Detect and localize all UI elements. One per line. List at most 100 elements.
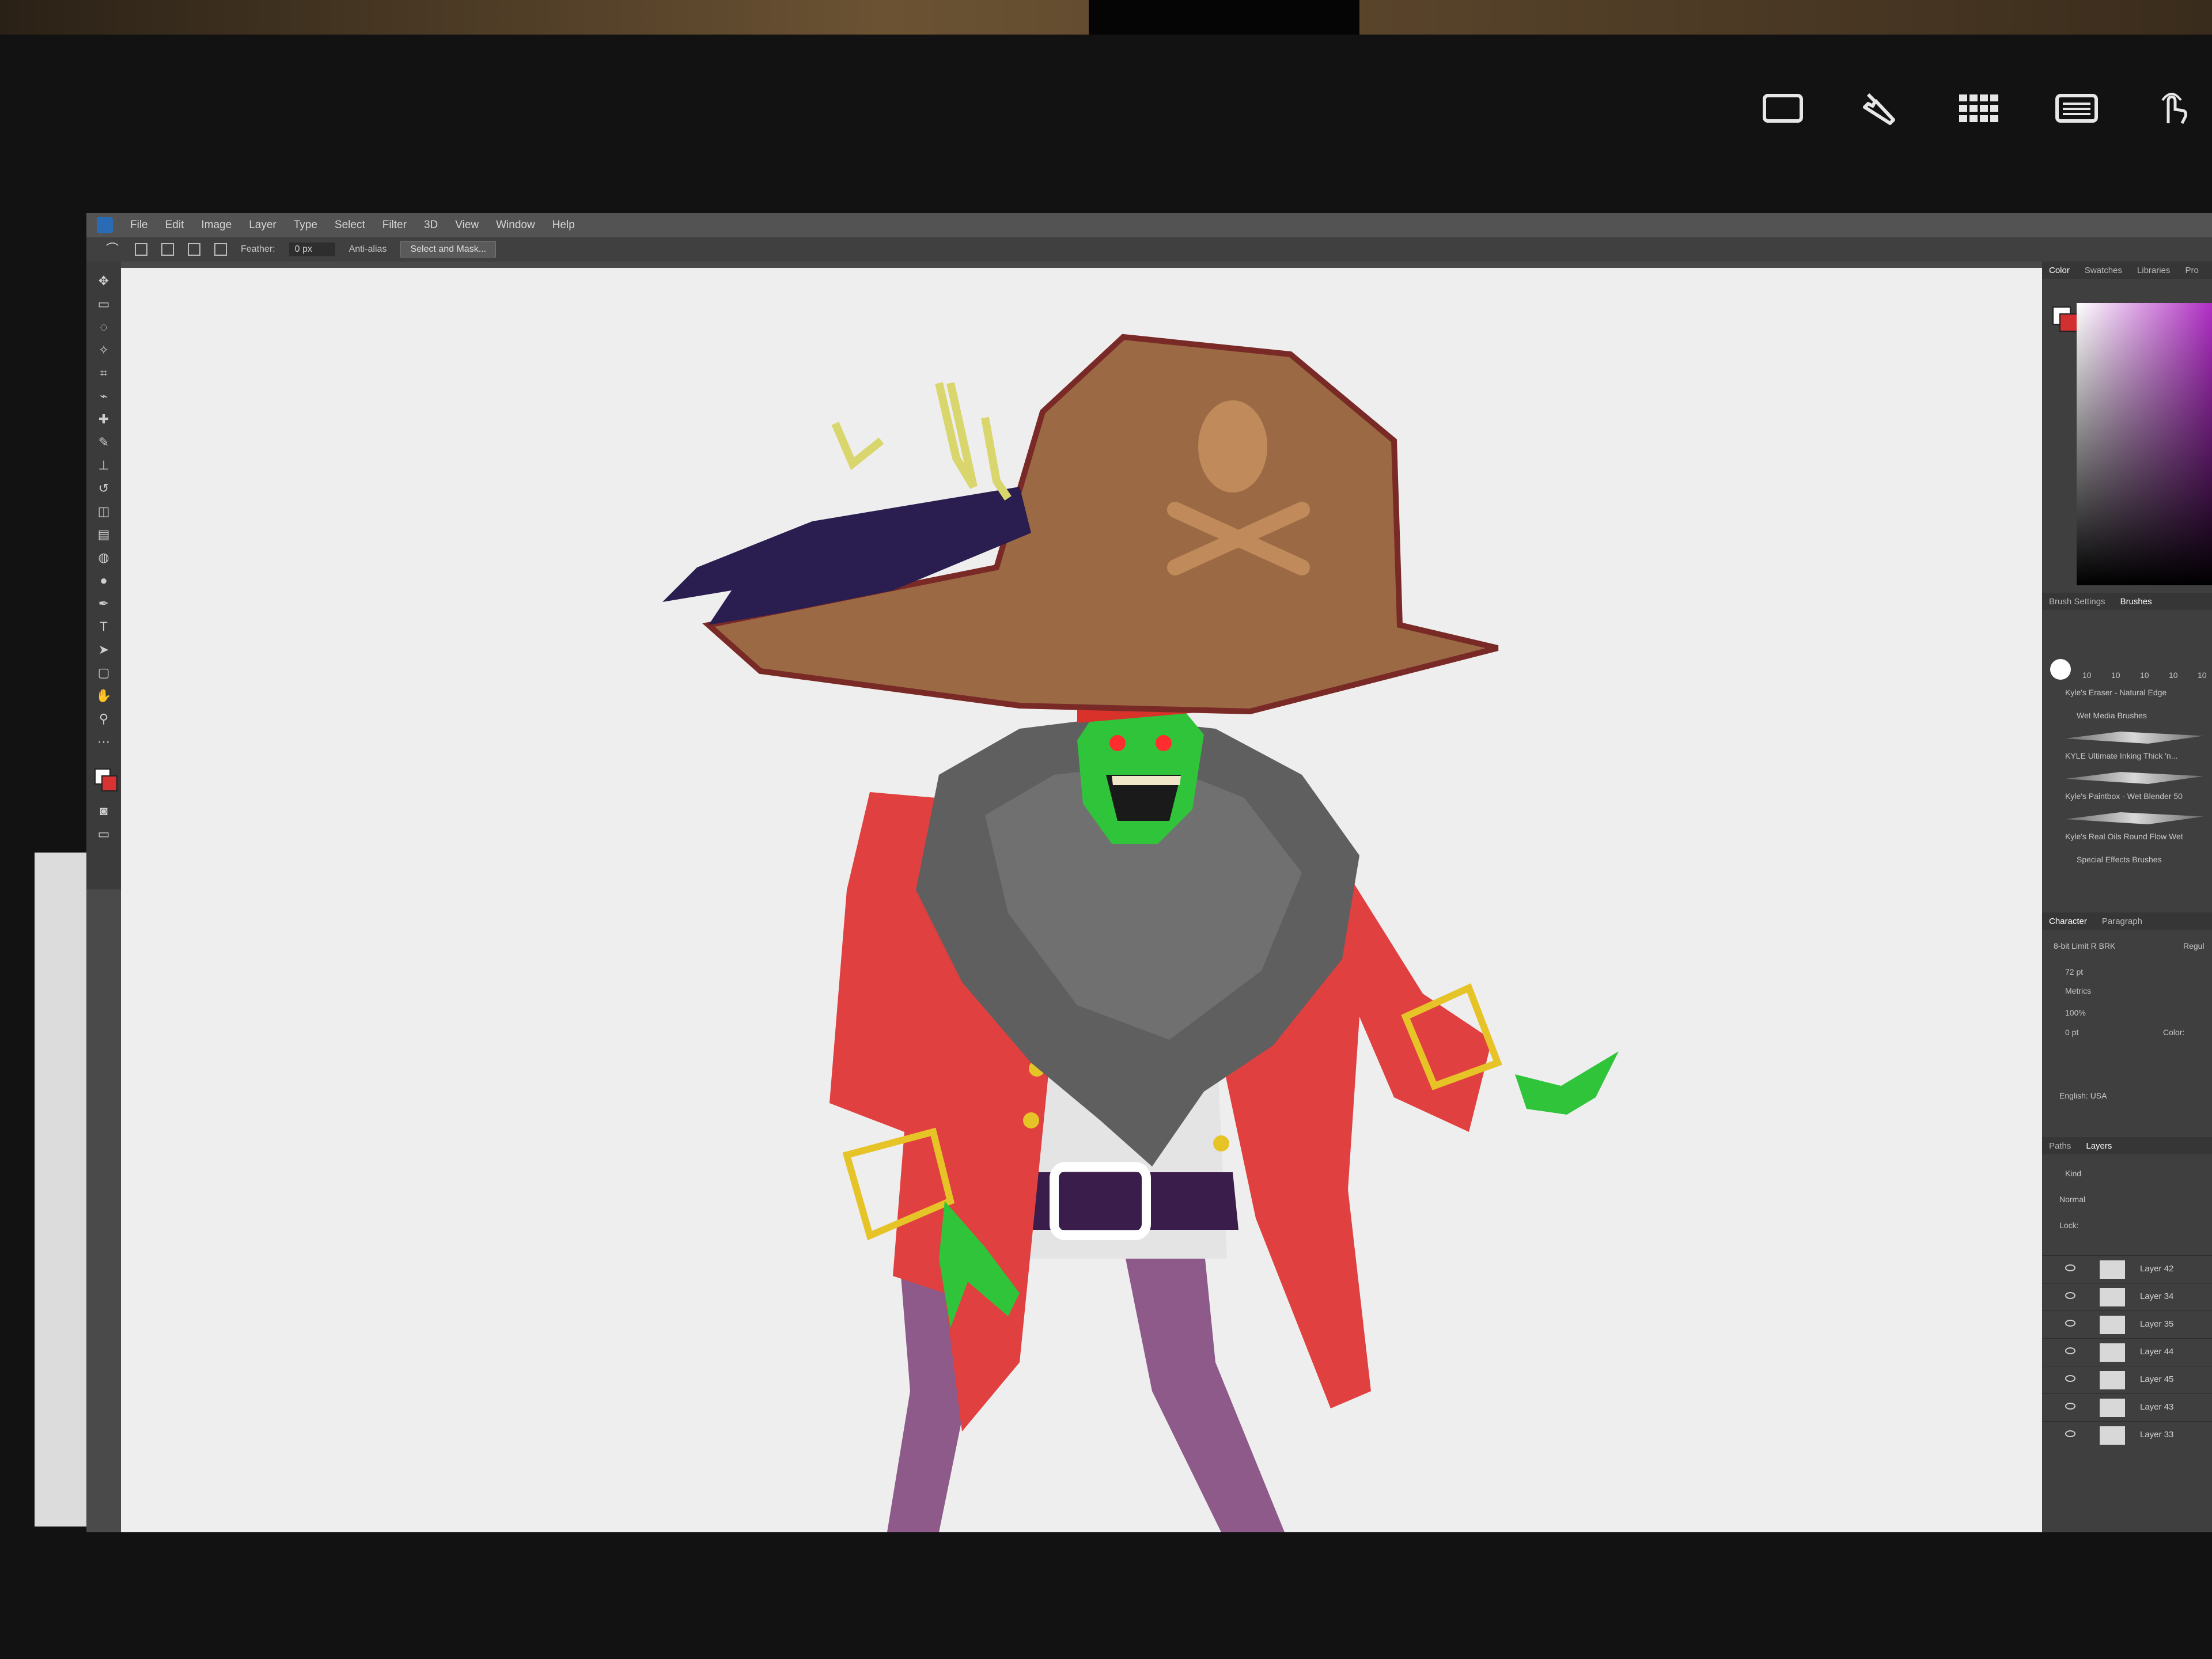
menu-window[interactable]: Window — [496, 219, 535, 232]
magic-wand-tool-icon[interactable]: ✧ — [94, 342, 113, 358]
font-style-select[interactable]: Regul — [2183, 941, 2205, 950]
lasso-icon[interactable]: ⌒ — [104, 241, 121, 257]
photoshop-logo-icon — [97, 217, 113, 233]
history-brush-icon[interactable]: ↺ — [94, 480, 113, 497]
eyedropper-tool-icon[interactable]: ⌁ — [94, 388, 113, 404]
add-selection-icon[interactable] — [161, 243, 174, 256]
layer-name: Layer 35 — [2140, 1319, 2174, 1329]
tab-color[interactable]: Color — [2049, 266, 2070, 275]
screen-mode-icon[interactable]: ▭ — [94, 826, 113, 842]
dodge-tool-icon[interactable]: ● — [94, 573, 113, 589]
brush-stroke-preview — [2065, 812, 2203, 824]
brush-item[interactable]: Kyle's Real Oils Round Flow Wet — [2065, 832, 2183, 841]
new-selection-icon[interactable] — [135, 243, 147, 256]
eye-icon[interactable] — [2065, 1375, 2075, 1382]
eye-icon[interactable] — [2065, 1347, 2075, 1354]
font-family-select[interactable]: 8-bit Limit R BRK — [2054, 941, 2115, 950]
blend-mode-select[interactable]: Normal — [2059, 1195, 2085, 1204]
marquee-tool-icon[interactable]: ▭ — [94, 296, 113, 312]
kerning-field[interactable]: Metrics — [2065, 986, 2091, 995]
tab-libraries[interactable]: Libraries — [2137, 266, 2171, 275]
menu-edit[interactable]: Edit — [165, 219, 184, 232]
tab-layers[interactable]: Layers — [2086, 1141, 2112, 1151]
eye-icon[interactable] — [2065, 1264, 2075, 1271]
more-tools-icon[interactable]: ⋯ — [94, 734, 113, 750]
quick-mask-icon[interactable]: ◙ — [94, 803, 113, 819]
wrench-icon[interactable] — [1855, 86, 1907, 130]
eye-icon[interactable] — [2065, 1403, 2075, 1410]
layer-row[interactable]: Layer 35 — [2042, 1310, 2212, 1339]
healing-tool-icon[interactable]: ✚ — [94, 411, 113, 427]
layer-name: Layer 45 — [2140, 1374, 2174, 1384]
tab-brushes[interactable]: Brushes — [2120, 597, 2152, 607]
rectangle-icon[interactable] — [1757, 86, 1809, 130]
feather-input[interactable]: 0 px — [289, 243, 335, 256]
zoom-tool-icon[interactable]: ⚲ — [94, 711, 113, 727]
type-tool-icon[interactable]: T — [94, 619, 113, 635]
brush-item[interactable]: Kyle's Eraser - Natural Edge — [2065, 688, 2166, 697]
tab-swatches[interactable]: Swatches — [2085, 266, 2122, 275]
path-select-icon[interactable]: ➤ — [94, 642, 113, 658]
keyboard-icon[interactable] — [2051, 86, 2103, 130]
eraser-tool-icon[interactable]: ◫ — [94, 503, 113, 520]
select-and-mask-button[interactable]: Select and Mask... — [400, 241, 497, 257]
blur-tool-icon[interactable]: ◍ — [94, 550, 113, 566]
layer-row[interactable]: Layer 43 — [2042, 1393, 2212, 1422]
language-select[interactable]: English: USA — [2059, 1091, 2107, 1100]
brush-group[interactable]: Special Effects Brushes — [2077, 855, 2162, 864]
brush-preview[interactable] — [2050, 659, 2071, 680]
tab-paragraph[interactable]: Paragraph — [2102, 916, 2142, 926]
layer-row[interactable]: Layer 42 — [2042, 1255, 2212, 1283]
eye-icon[interactable] — [2065, 1430, 2075, 1437]
vertical-scale-field[interactable]: 100% — [2065, 1008, 2086, 1017]
shape-tool-icon[interactable]: ▢ — [94, 665, 113, 681]
menu-3d[interactable]: 3D — [424, 219, 438, 232]
menu-file[interactable]: File — [130, 219, 148, 232]
menu-layer[interactable]: Layer — [249, 219, 276, 232]
brush-item[interactable]: KYLE Ultimate Inking Thick 'n... — [2065, 751, 2177, 760]
stamp-tool-icon[interactable]: ⊥ — [94, 457, 113, 474]
baseline-field[interactable]: 0 pt — [2065, 1028, 2078, 1037]
layer-row[interactable]: Layer 44 — [2042, 1338, 2212, 1366]
brush-tool-icon[interactable]: ✎ — [94, 434, 113, 450]
intersect-selection-icon[interactable] — [214, 243, 227, 256]
menu-view[interactable]: View — [455, 219, 479, 232]
gradient-tool-icon[interactable]: ▤ — [94, 527, 113, 543]
font-size-field[interactable]: 72 pt — [2065, 967, 2083, 976]
photoshop-window: File Edit Image Layer Type Select Filter… — [86, 213, 2212, 1532]
anti-alias-checkbox[interactable]: Anti-alias — [349, 244, 387, 255]
move-tool-icon[interactable]: ✥ — [94, 273, 113, 289]
pen-tool-icon[interactable]: ✒ — [94, 596, 113, 612]
menu-type[interactable]: Type — [294, 219, 317, 232]
background-color-swatch[interactable] — [101, 775, 118, 791]
tab-character[interactable]: Character — [2049, 916, 2087, 926]
eye-icon[interactable] — [2065, 1320, 2075, 1327]
tab-brush-settings[interactable]: Brush Settings — [2049, 597, 2105, 607]
layer-filter-kind[interactable]: Kind — [2065, 1169, 2081, 1178]
subtract-selection-icon[interactable] — [188, 243, 200, 256]
touch-gesture-icon[interactable] — [2146, 86, 2198, 130]
layer-thumbnail — [2100, 1426, 2125, 1445]
grid-icon[interactable] — [1953, 86, 2005, 130]
panel-background-swatch[interactable] — [2059, 313, 2078, 332]
eye-icon[interactable] — [2065, 1292, 2075, 1299]
lasso-tool-icon[interactable]: ◌ — [94, 319, 113, 335]
hand-tool-icon[interactable]: ✋ — [94, 688, 113, 704]
layer-name: Layer 33 — [2140, 1430, 2174, 1440]
layer-row[interactable]: Layer 45 — [2042, 1366, 2212, 1394]
menu-help[interactable]: Help — [552, 219, 575, 232]
layer-row[interactable]: Layer 34 — [2042, 1283, 2212, 1311]
brush-item[interactable]: Kyle's Paintbox - Wet Blender 50 — [2065, 791, 2183, 801]
color-picker-field[interactable] — [2077, 303, 2212, 585]
pirate-illustration — [662, 334, 1619, 1532]
tab-pro[interactable]: Pro — [2185, 266, 2198, 275]
layer-row[interactable]: Layer 33 — [2042, 1421, 2212, 1449]
menu-filter[interactable]: Filter — [382, 219, 407, 232]
color-panel-tabs: Color Swatches Libraries Pro — [2042, 262, 2212, 279]
document-canvas[interactable] — [121, 268, 2077, 1532]
tab-paths[interactable]: Paths — [2049, 1141, 2071, 1151]
menu-image[interactable]: Image — [201, 219, 232, 232]
brush-group[interactable]: Wet Media Brushes — [2077, 711, 2147, 720]
crop-tool-icon[interactable]: ⌗ — [94, 365, 113, 381]
menu-select[interactable]: Select — [335, 219, 365, 232]
